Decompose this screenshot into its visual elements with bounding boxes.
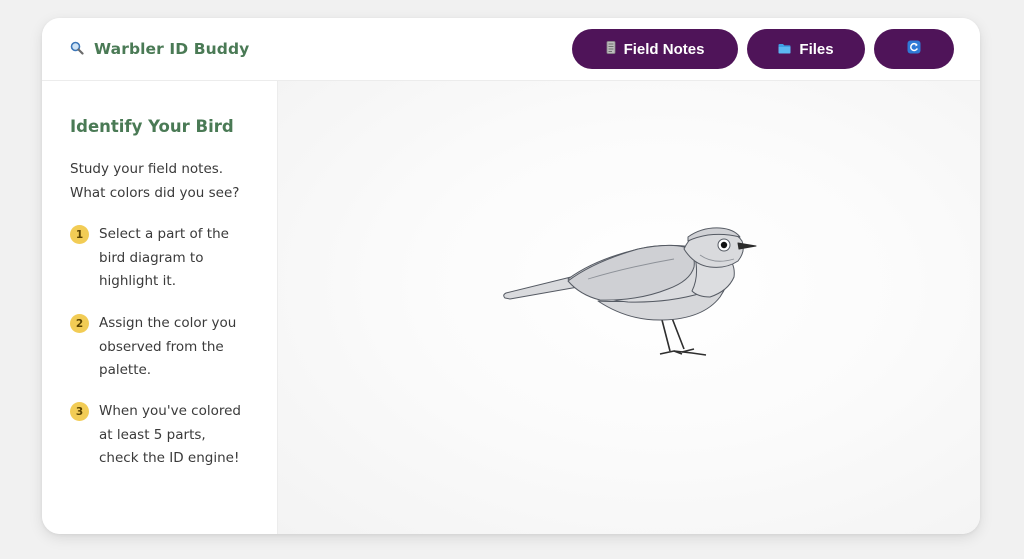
search-icon	[70, 40, 84, 59]
step-item: 3 When you've colored at least 5 parts, …	[70, 400, 260, 471]
instructions-sidebar: Identify Your Bird Study your field note…	[42, 81, 278, 534]
refresh-button[interactable]	[874, 29, 954, 69]
sidebar-title: Identify Your Bird	[70, 117, 234, 136]
bird-diagram-canvas	[278, 81, 980, 534]
brand: Warbler ID Buddy	[70, 18, 249, 80]
step-text: Assign the color you observed from the p…	[99, 315, 237, 378]
notebook-icon	[606, 40, 616, 58]
bird-part-legs[interactable]	[659, 317, 707, 356]
refresh-icon	[907, 40, 921, 58]
bird-diagram	[503, 227, 757, 356]
step-text: Select a part of the bird diagram to hig…	[99, 226, 229, 289]
files-button[interactable]: Files	[747, 29, 865, 69]
files-label: Files	[799, 40, 834, 58]
header-bar: Warbler ID Buddy Field Notes Files	[42, 18, 980, 81]
sidebar-intro: Study your field notes. What colors did …	[70, 161, 240, 201]
step-number-badge: 3	[70, 402, 89, 421]
folder-icon	[778, 41, 791, 58]
field-notes-label: Field Notes	[623, 40, 705, 58]
step-text: When you've colored at least 5 parts, ch…	[99, 403, 241, 466]
step-number-badge: 2	[70, 314, 89, 333]
field-notes-button[interactable]: Field Notes	[572, 29, 738, 69]
bird-part-eye[interactable]	[717, 238, 731, 252]
step-number-badge: 1	[70, 225, 89, 244]
bird-part-beak[interactable]	[737, 242, 757, 250]
step-item: 1 Select a part of the bird diagram to h…	[70, 223, 260, 294]
bird-part-tail[interactable]	[503, 276, 579, 300]
app-card: Warbler ID Buddy Field Notes Files Ident…	[42, 18, 980, 534]
app-title: Warbler ID Buddy	[94, 40, 250, 58]
step-item: 2 Assign the color you observed from the…	[70, 312, 260, 383]
